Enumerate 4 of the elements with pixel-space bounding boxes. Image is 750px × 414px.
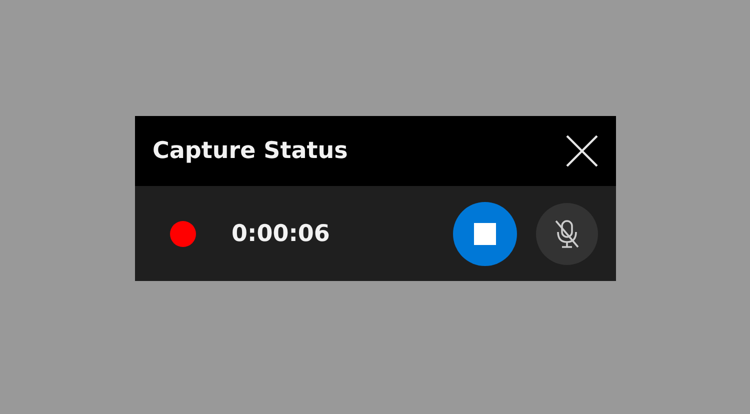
close-icon[interactable] [566,135,598,167]
elapsed-time: 0:00:06 [232,220,330,246]
microphone-icon [554,218,580,248]
window-title: Capture Status [152,138,348,164]
